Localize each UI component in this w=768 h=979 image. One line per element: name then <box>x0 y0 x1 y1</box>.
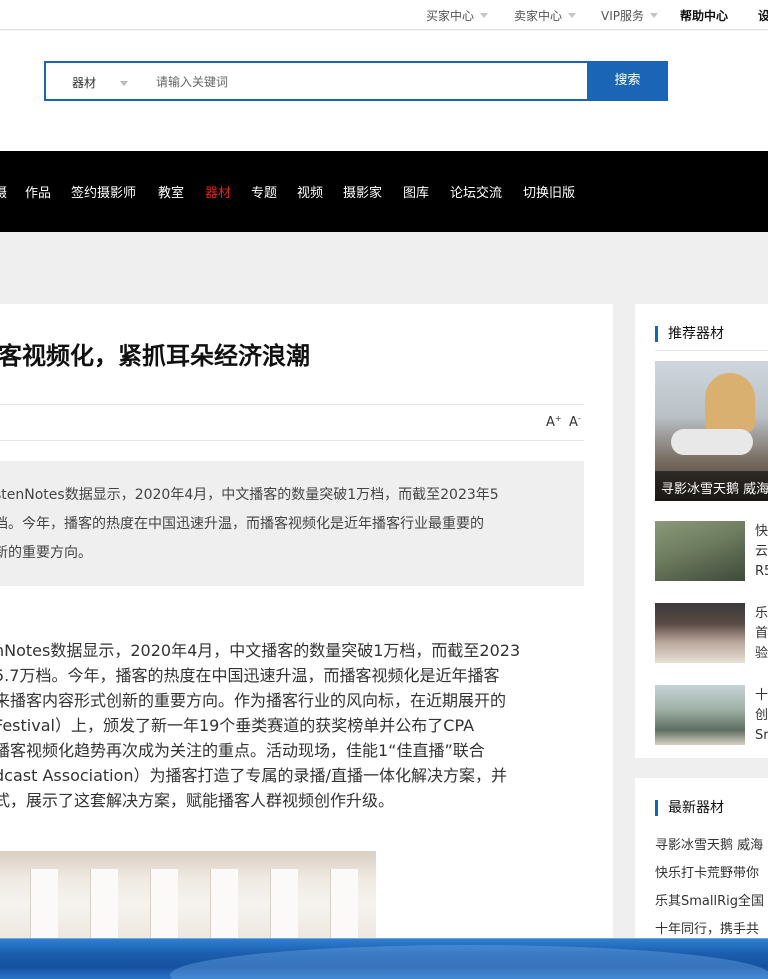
main-nav: 摄 作品 签约摄影师 教室 器材 专题 视频 摄影家 图库 论坛交流 切换旧版 <box>0 151 768 232</box>
nav-item-gallery[interactable]: 图库 <box>403 182 429 201</box>
summary-line: 新的重要方向。 <box>0 545 92 561</box>
nav-item-video[interactable]: 视频 <box>297 182 323 201</box>
list-item[interactable]: 乐 <box>755 605 768 623</box>
summary-line: 档。今年，播客的热度在中国迅速升温，而播客视频化是近年播客行业最重要的 <box>0 516 484 532</box>
search-placeholder: 请输入关键词 <box>156 75 229 89</box>
search-category-select[interactable]: 器材 <box>72 74 96 91</box>
help-center-link[interactable]: 帮助中心 <box>680 7 728 24</box>
list-item[interactable]: 验 <box>755 645 768 663</box>
font-decrease-button[interactable]: A- <box>569 414 581 430</box>
nav-item-photographers[interactable]: 摄影家 <box>343 182 382 201</box>
featured-photo-subject <box>705 373 755 433</box>
article-summary: stenNotes数据显示，2020年4月，中文播客的数量突破1万档，而截至20… <box>0 461 584 586</box>
nav-item-classroom[interactable]: 教室 <box>158 182 184 201</box>
search-input[interactable]: 器材 请输入关键词 <box>44 61 587 101</box>
article-panel: 客视频化，紧抓耳朵经济浪潮 A+ A- stenNotes数据显示，2020年4… <box>0 304 613 938</box>
top-utility-bar: 买家中心 卖家中心 VIP服务 帮助中心 设 <box>0 0 768 30</box>
list-item[interactable]: 十 <box>755 687 768 705</box>
summary-line: stenNotes数据显示，2020年4月，中文播客的数量突破1万档，而截至20… <box>0 487 499 503</box>
list-item[interactable]: 寻影冰雪天鹅 威海 <box>655 834 763 853</box>
chevron-down-icon <box>120 81 128 86</box>
body-line: 5.7万档。今年，播客的热度在中国迅速升温，而播客视频化是近年播客 <box>0 666 500 685</box>
thumbnail-link[interactable] <box>655 685 745 745</box>
photo-window-detail <box>270 869 298 938</box>
list-item[interactable]: 十年同行，携手共 <box>655 918 759 937</box>
photo-window-detail <box>150 869 178 938</box>
featured-caption: 寻影冰雪天鹅 威海 <box>661 482 768 497</box>
list-item[interactable]: 快 <box>755 523 768 541</box>
chevron-down-icon <box>480 13 489 18</box>
body-line: Festival）上，颁发了新一年19个垂类赛道的获奖榜单并公布了CPA <box>0 716 475 735</box>
thumbnail-link[interactable] <box>655 521 745 581</box>
minus-icon: - <box>577 414 581 423</box>
list-item[interactable]: 乐其SmallRig全国 <box>655 890 764 909</box>
nav-item-forum[interactable]: 论坛交流 <box>450 182 502 201</box>
buyer-center-link[interactable]: 买家中心 <box>426 7 489 24</box>
os-taskbar <box>0 938 768 979</box>
nav-item-equipment[interactable]: 器材 <box>205 182 231 201</box>
thumbnail-link[interactable] <box>655 603 745 663</box>
list-item[interactable]: 创 <box>755 707 768 725</box>
settings-link[interactable]: 设 <box>758 7 768 24</box>
vip-service-link[interactable]: VIP服务 <box>601 7 658 24</box>
list-item[interactable]: R5 <box>755 563 768 581</box>
font-increase-button[interactable]: A+ <box>546 414 562 430</box>
body-line: 来播客内容形式创新的重要方向。作为播客行业的风向标，在近期展开的 <box>0 691 507 710</box>
list-item[interactable]: Sr <box>755 727 768 745</box>
latest-heading: 最新器材 <box>655 800 724 816</box>
article-photo <box>0 851 376 938</box>
body-line: 播客视频化趋势再次成为关注的重点。活动现场，佳能1“佳直播”联合 <box>0 741 485 760</box>
divider <box>0 404 584 405</box>
list-item[interactable]: 首 <box>755 625 768 643</box>
list-item[interactable]: 云 <box>755 543 768 561</box>
body-line: 式，展示了这套解决方案，赋能播客人群视频创作升级。 <box>0 791 395 810</box>
body-line: nNotes数据显示，2020年4月，中文播客的数量突破1万档，而截至2023 <box>0 641 521 660</box>
nav-item-signed-photographers[interactable]: 签约摄影师 <box>71 182 136 201</box>
nav-item-old-version[interactable]: 切换旧版 <box>523 182 575 201</box>
recommended-heading: 推荐器材 <box>655 326 724 342</box>
site-header: 器材 请输入关键词 搜索 <box>0 31 768 151</box>
nav-item-photo[interactable]: 摄 <box>0 182 7 201</box>
plus-icon: + <box>554 414 562 423</box>
search-button[interactable]: 搜索 <box>587 61 668 101</box>
photo-window-detail <box>330 869 358 938</box>
nav-item-topics[interactable]: 专题 <box>251 182 277 201</box>
taskbar-glow <box>170 945 768 979</box>
photo-window-detail <box>30 869 58 938</box>
divider <box>0 440 584 441</box>
recommended-equipment-panel: 推荐器材 寻影冰雪天鹅 威海 快 云 R5 乐 首 验 十 创 Sr <box>635 304 768 758</box>
latest-equipment-panel: 最新器材 寻影冰雪天鹅 威海 快乐打卡荒野带你 乐其SmallRig全国 十年同… <box>635 778 768 938</box>
nav-item-works[interactable]: 作品 <box>25 182 51 201</box>
featured-photo-lens <box>671 429 753 455</box>
photo-window-detail <box>210 869 238 938</box>
featured-image-link[interactable]: 寻影冰雪天鹅 威海 <box>655 361 768 501</box>
chevron-down-icon <box>568 13 577 18</box>
search-bar: 器材 请输入关键词 搜索 <box>44 61 668 101</box>
list-item[interactable]: 快乐打卡荒野带你 <box>655 862 759 881</box>
seller-center-link[interactable]: 卖家中心 <box>514 7 577 24</box>
photo-window-detail <box>90 869 118 938</box>
body-line: dcast Association）为播客打造了专属的录播/直播一体化解决方案，… <box>0 766 507 785</box>
divider <box>655 350 768 351</box>
chevron-down-icon <box>650 13 658 18</box>
page-title: 客视频化，紧抓耳朵经济浪潮 <box>0 342 310 370</box>
